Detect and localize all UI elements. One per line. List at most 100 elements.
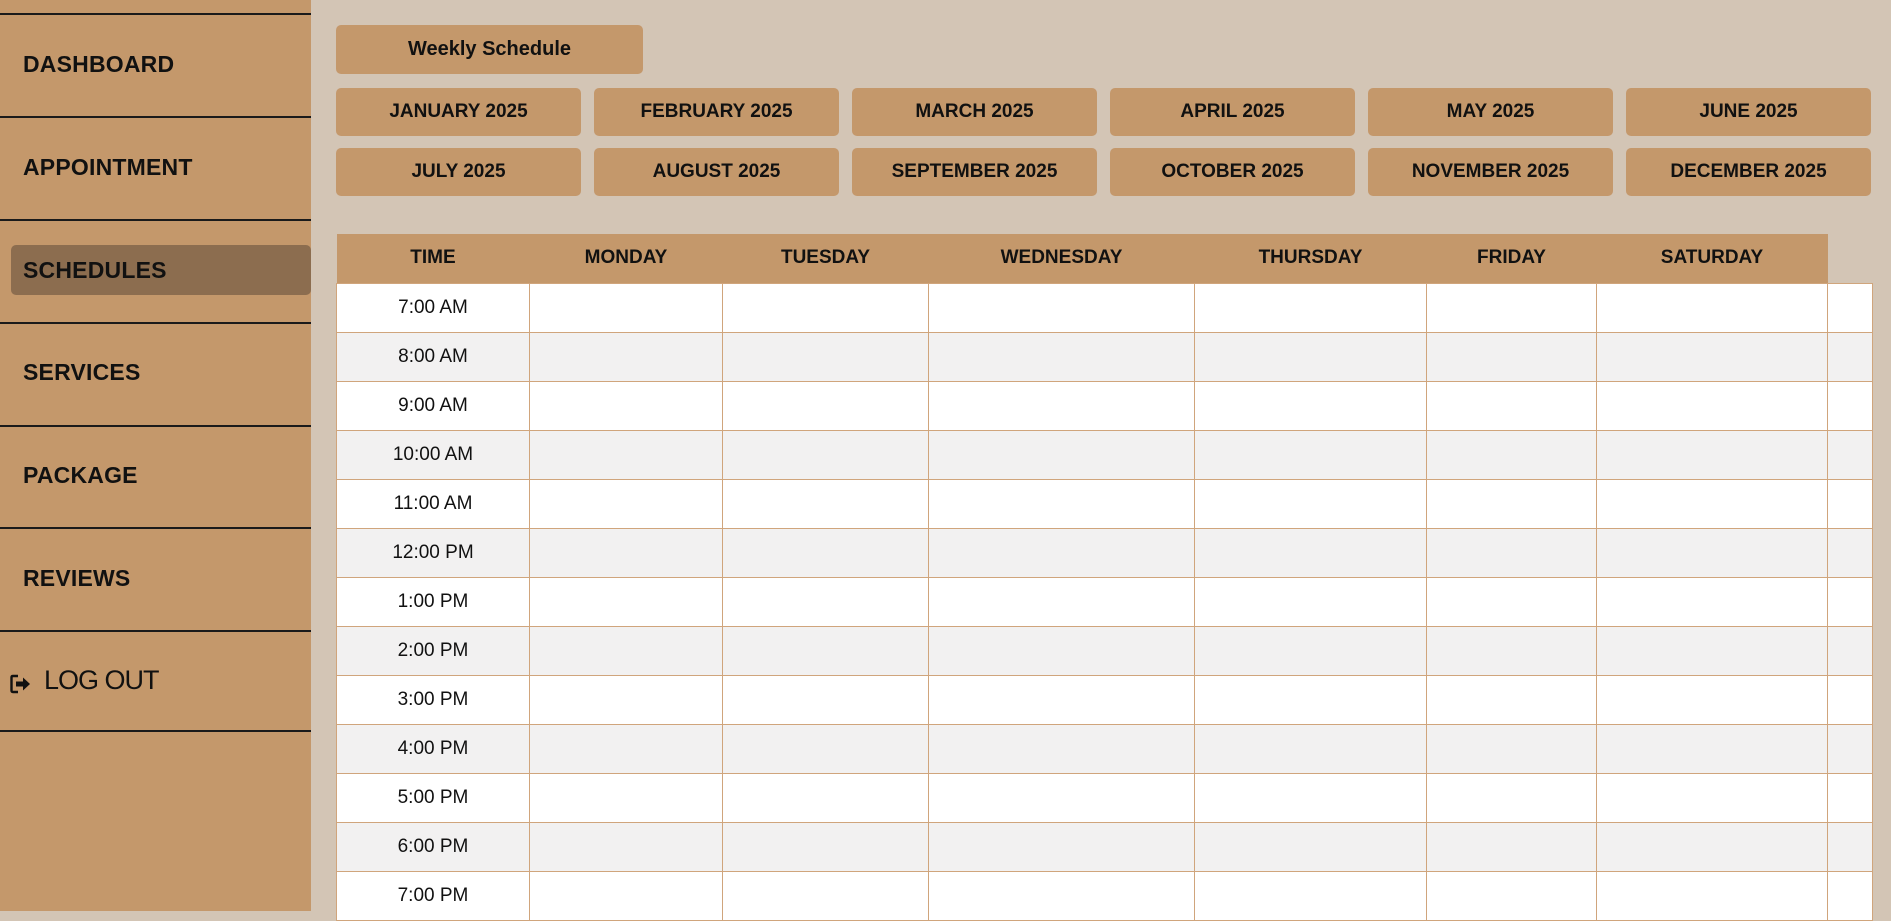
schedule-slot[interactable]: [722, 576, 929, 627]
schedule-slot[interactable]: [928, 478, 1195, 529]
schedule-slot[interactable]: [1426, 380, 1597, 431]
sidebar-item-dashboard[interactable]: DASHBOARD: [0, 14, 311, 114]
schedule-slot[interactable]: [1194, 674, 1427, 725]
schedule-slot[interactable]: [1596, 870, 1828, 921]
schedule-slot[interactable]: [1194, 870, 1427, 921]
schedule-slot[interactable]: [928, 429, 1195, 480]
schedule-slot[interactable]: [1426, 331, 1597, 382]
schedule-slot[interactable]: [1194, 576, 1427, 627]
schedule-slot[interactable]: [1194, 527, 1427, 578]
schedule-slot[interactable]: [1596, 625, 1828, 676]
schedule-slot[interactable]: [529, 723, 723, 774]
schedule-slot[interactable]: [529, 282, 723, 333]
schedule-slot[interactable]: [1827, 429, 1873, 480]
schedule-slot[interactable]: [722, 282, 929, 333]
month-button-december[interactable]: DECEMBER 2025: [1626, 148, 1871, 196]
schedule-slot[interactable]: [1827, 282, 1873, 333]
schedule-slot[interactable]: [928, 723, 1195, 774]
schedule-slot[interactable]: [1194, 478, 1427, 529]
schedule-slot[interactable]: [722, 527, 929, 578]
month-button-january[interactable]: JANUARY 2025: [336, 88, 581, 136]
schedule-slot[interactable]: [1194, 429, 1427, 480]
schedule-slot[interactable]: [1194, 821, 1427, 872]
schedule-slot[interactable]: [928, 821, 1195, 872]
schedule-slot[interactable]: [1426, 576, 1597, 627]
month-button-august[interactable]: AUGUST 2025: [594, 148, 839, 196]
schedule-slot[interactable]: [1596, 772, 1828, 823]
schedule-slot[interactable]: [529, 478, 723, 529]
schedule-slot[interactable]: [1194, 331, 1427, 382]
month-button-june[interactable]: JUNE 2025: [1626, 88, 1871, 136]
schedule-slot[interactable]: [1426, 625, 1597, 676]
schedule-slot[interactable]: [529, 331, 723, 382]
schedule-slot[interactable]: [529, 625, 723, 676]
weekly-schedule-button[interactable]: Weekly Schedule: [336, 25, 643, 74]
schedule-slot[interactable]: [1596, 821, 1828, 872]
schedule-slot[interactable]: [1596, 723, 1828, 774]
schedule-slot[interactable]: [722, 674, 929, 725]
schedule-slot[interactable]: [1596, 674, 1828, 725]
schedule-slot[interactable]: [529, 772, 723, 823]
schedule-slot[interactable]: [1827, 576, 1873, 627]
schedule-slot[interactable]: [529, 576, 723, 627]
schedule-slot[interactable]: [1194, 282, 1427, 333]
schedule-slot[interactable]: [928, 625, 1195, 676]
schedule-slot[interactable]: [1596, 527, 1828, 578]
schedule-slot[interactable]: [928, 380, 1195, 431]
schedule-slot[interactable]: [1827, 772, 1873, 823]
schedule-slot[interactable]: [1194, 772, 1427, 823]
schedule-slot[interactable]: [1827, 625, 1873, 676]
schedule-slot[interactable]: [722, 380, 929, 431]
month-button-july[interactable]: JULY 2025: [336, 148, 581, 196]
schedule-slot[interactable]: [1426, 674, 1597, 725]
schedule-slot[interactable]: [928, 527, 1195, 578]
schedule-slot[interactable]: [529, 674, 723, 725]
schedule-slot[interactable]: [928, 282, 1195, 333]
schedule-slot[interactable]: [928, 772, 1195, 823]
sidebar-item-package[interactable]: PACKAGE: [0, 425, 311, 525]
schedule-slot[interactable]: [928, 576, 1195, 627]
schedule-slot[interactable]: [529, 527, 723, 578]
schedule-slot[interactable]: [1596, 331, 1828, 382]
sidebar-item-appointment[interactable]: APPOINTMENT: [0, 117, 311, 217]
schedule-slot[interactable]: [1596, 429, 1828, 480]
schedule-slot[interactable]: [1827, 380, 1873, 431]
schedule-slot[interactable]: [1426, 282, 1597, 333]
schedule-slot[interactable]: [1426, 821, 1597, 872]
logout-button[interactable]: LOG OUT: [0, 630, 311, 730]
schedule-slot[interactable]: [722, 723, 929, 774]
schedule-slot[interactable]: [1827, 723, 1873, 774]
schedule-slot[interactable]: [1194, 625, 1427, 676]
schedule-slot[interactable]: [1426, 870, 1597, 921]
schedule-slot[interactable]: [722, 870, 929, 921]
month-button-may[interactable]: MAY 2025: [1368, 88, 1613, 136]
month-button-november[interactable]: NOVEMBER 2025: [1368, 148, 1613, 196]
schedule-slot[interactable]: [928, 331, 1195, 382]
schedule-slot[interactable]: [1827, 870, 1873, 921]
schedule-slot[interactable]: [1596, 282, 1828, 333]
schedule-slot[interactable]: [1827, 478, 1873, 529]
schedule-slot[interactable]: [928, 870, 1195, 921]
month-button-september[interactable]: SEPTEMBER 2025: [852, 148, 1097, 196]
schedule-slot[interactable]: [1426, 723, 1597, 774]
schedule-slot[interactable]: [1426, 478, 1597, 529]
schedule-slot[interactable]: [1596, 576, 1828, 627]
schedule-slot[interactable]: [722, 772, 929, 823]
month-button-october[interactable]: OCTOBER 2025: [1110, 148, 1355, 196]
schedule-slot[interactable]: [1194, 380, 1427, 431]
sidebar-item-services[interactable]: SERVICES: [0, 322, 311, 422]
schedule-slot[interactable]: [1827, 527, 1873, 578]
sidebar-item-reviews[interactable]: REVIEWS: [0, 528, 311, 628]
sidebar-item-schedules[interactable]: SCHEDULES: [11, 245, 311, 295]
schedule-slot[interactable]: [529, 870, 723, 921]
schedule-slot[interactable]: [1827, 821, 1873, 872]
schedule-slot[interactable]: [529, 380, 723, 431]
month-button-february[interactable]: FEBRUARY 2025: [594, 88, 839, 136]
schedule-slot[interactable]: [928, 674, 1195, 725]
schedule-slot[interactable]: [722, 821, 929, 872]
schedule-slot[interactable]: [1827, 331, 1873, 382]
schedule-slot[interactable]: [1426, 527, 1597, 578]
month-button-april[interactable]: APRIL 2025: [1110, 88, 1355, 136]
schedule-slot[interactable]: [722, 331, 929, 382]
schedule-slot[interactable]: [1596, 380, 1828, 431]
